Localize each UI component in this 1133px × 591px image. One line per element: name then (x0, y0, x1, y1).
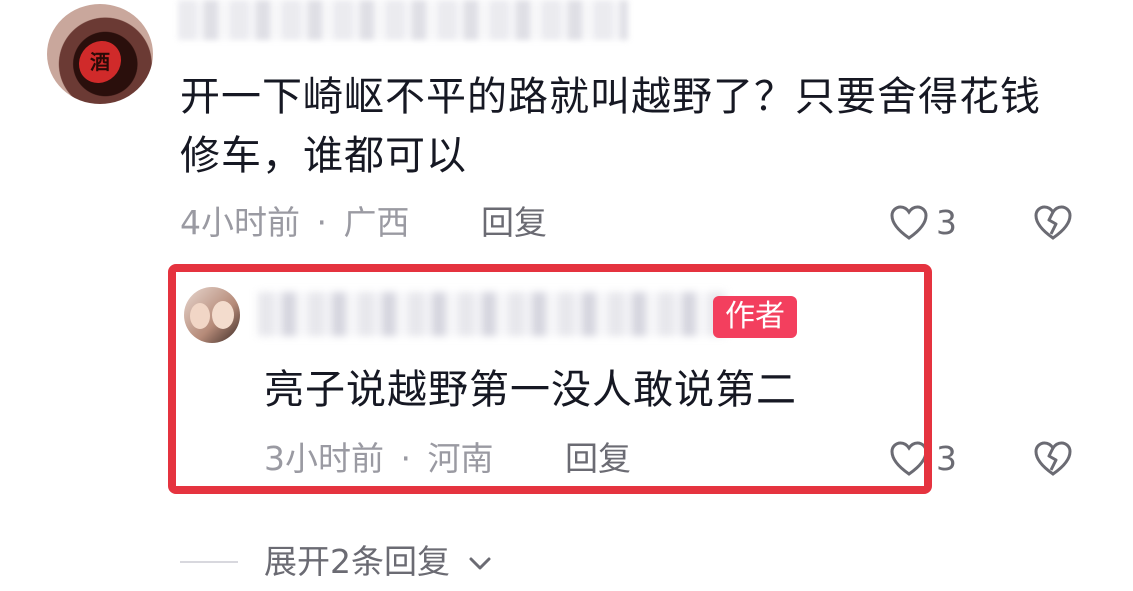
expand-replies-button[interactable]: 展开2条回复 (264, 542, 495, 582)
reply-dislike-button[interactable] (1031, 438, 1075, 480)
comment-like-count: 3 (936, 203, 957, 242)
comment-time: 4小时前 (180, 203, 300, 242)
commenter-name-blurred[interactable] (178, 0, 628, 40)
comment-text: 开一下崎岖不平的路就叫越野了？只要舍得花钱修车，谁都可以 (180, 74, 1041, 179)
expand-divider (180, 561, 238, 563)
meta-separator: · (316, 203, 328, 242)
broken-heart-icon (1034, 205, 1072, 240)
comment-reply-button[interactable]: 回复 (481, 203, 547, 243)
comment-location: 广西 (343, 203, 410, 242)
reply-like-count: 3 (936, 439, 957, 478)
commenter-avatar[interactable]: 酒 (47, 4, 153, 104)
comment-meta: 4小时前 · 广西 (180, 203, 410, 243)
comment-dislike-button[interactable] (1031, 202, 1075, 244)
comment-like-button[interactable] (888, 202, 930, 244)
chevron-down-icon (469, 557, 490, 569)
highlight-frame (168, 264, 932, 494)
broken-heart-icon (1034, 441, 1072, 476)
expand-replies-label: 展开2条回复 (264, 542, 450, 581)
heart-outline-icon (890, 205, 928, 240)
avatar-label: 酒 (90, 50, 110, 74)
